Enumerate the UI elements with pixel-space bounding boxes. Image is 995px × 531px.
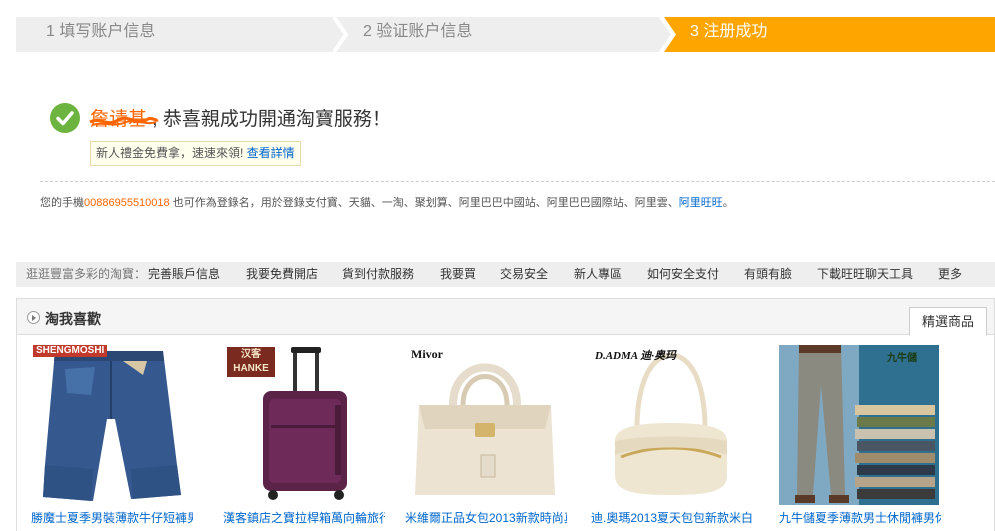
product-card[interactable]: 九牛儲 九牛儲夏季薄款男士休閒褲男休	[779, 345, 949, 531]
step-1-label: 1 填写账户信息	[46, 23, 156, 40]
registration-steps: 1 填写账户信息 2 验证账户信息 3 注册成功	[16, 17, 995, 52]
nav-item-newcomer[interactable]: 新人專區	[574, 262, 622, 287]
brand-logo: D.ADMA 迪·奥玛	[595, 350, 676, 362]
product-title[interactable]: 九牛儲夏季薄款男士休閒褲男休	[779, 509, 941, 526]
brand-logo: 汉客 HANKE	[227, 347, 275, 377]
nav-item-profile[interactable]: 有頭有臉	[744, 262, 792, 287]
denim-shorts-image[interactable]: SHENGMOSHI	[31, 345, 191, 505]
phone-number: 00886955510018	[84, 197, 170, 209]
brand-logo: 九牛儲	[887, 353, 917, 364]
step-2-label: 2 验证账户信息	[363, 23, 473, 40]
nav-item-open-shop[interactable]: 我要免費開店	[246, 262, 318, 287]
success-check-icon	[50, 103, 80, 133]
product-card[interactable]: Mivor 米維爾正品女包2013新款時尚真	[405, 345, 575, 531]
favorites-header: 淘我喜歡 精選商品	[17, 299, 994, 336]
favorites-panel: 淘我喜歡 精選商品 SHENGMOSHI 勝魔士夏季男裝薄款牛仔短褲男 汉客 H…	[16, 298, 995, 531]
nav-item-cod[interactable]: 貨到付款服務	[342, 262, 414, 287]
steps-background	[16, 17, 995, 52]
product-title[interactable]: 勝魔士夏季男裝薄款牛仔短褲男	[31, 509, 193, 526]
product-title[interactable]: 米維爾正品女包2013新款時尚真	[405, 509, 567, 526]
divider	[40, 181, 995, 182]
success-message: 詹请基 , 恭喜親成功開通淘寶服務！	[89, 104, 391, 131]
product-card[interactable]: 汉客 HANKE 漢客鎮店之寶拉桿箱萬向輪旅行	[223, 345, 393, 531]
phone-info: 您的手機00886955510018 也可作為登錄名，用於登錄支付寶、天貓、一淘…	[40, 194, 734, 210]
redaction-scribble	[89, 116, 159, 126]
phone-suffix: 。	[722, 197, 734, 209]
luggage-image[interactable]: 汉客 HANKE	[223, 345, 383, 505]
nav-item-security[interactable]: 交易安全	[500, 262, 548, 287]
nav-item-account-info[interactable]: 完善賬戶信息	[148, 262, 220, 287]
username: 詹请基	[89, 109, 159, 130]
brand-logo: Mivor	[411, 347, 443, 361]
trousers-image[interactable]: 九牛儲	[779, 345, 939, 505]
nav-item-more[interactable]: 更多	[938, 262, 962, 287]
play-circle-icon	[27, 311, 40, 324]
nav-prefix: 逛逛豐富多彩的淘寶：	[26, 267, 147, 281]
promo-details-link[interactable]: 查看詳情	[247, 146, 295, 160]
nav-item-download-wangwang[interactable]: 下載旺旺聊天工具	[817, 262, 913, 287]
nav-item-buy[interactable]: 我要買	[440, 262, 476, 287]
handbag-image[interactable]: Mivor	[405, 345, 565, 505]
step-3-label: 3 注册成功	[690, 23, 768, 40]
nav-item-safe-pay[interactable]: 如何安全支付	[647, 262, 719, 287]
phone-prefix: 您的手機	[40, 197, 84, 209]
wangwang-link[interactable]: 阿里旺旺	[679, 197, 723, 209]
tab-featured[interactable]: 精選商品	[909, 307, 987, 336]
product-title[interactable]: 漢客鎮店之寶拉桿箱萬向輪旅行	[223, 509, 385, 526]
brand-logo: SHENGMOSHI	[33, 345, 108, 357]
promo-text: 新人禮金免費拿，速速來領!	[96, 146, 247, 160]
promo-box: 新人禮金免費拿，速速來領! 查看詳情	[90, 141, 301, 166]
success-text: , 恭喜親成功開通淘寶服務！	[152, 109, 391, 130]
shoulder-bag-image[interactable]: D.ADMA 迪·奥玛	[591, 345, 751, 505]
quick-nav-bar: 逛逛豐富多彩的淘寶： 完善賬戶信息 我要免費開店 貨到付款服務 我要買 交易安全…	[16, 262, 995, 287]
product-title[interactable]: 迪.奧瑪2013夏天包包新款米白	[591, 509, 753, 526]
favorites-title: 淘我喜歡	[45, 311, 101, 327]
phone-middle: 也可作為登錄名，用於登錄支付寶、天貓、一淘、聚划算、阿里巴巴中國站、阿里巴巴國際…	[169, 197, 679, 209]
product-card[interactable]: SHENGMOSHI 勝魔士夏季男裝薄款牛仔短褲男	[31, 345, 201, 531]
product-card[interactable]: D.ADMA 迪·奥玛 迪.奧瑪2013夏天包包新款米白	[591, 345, 761, 531]
